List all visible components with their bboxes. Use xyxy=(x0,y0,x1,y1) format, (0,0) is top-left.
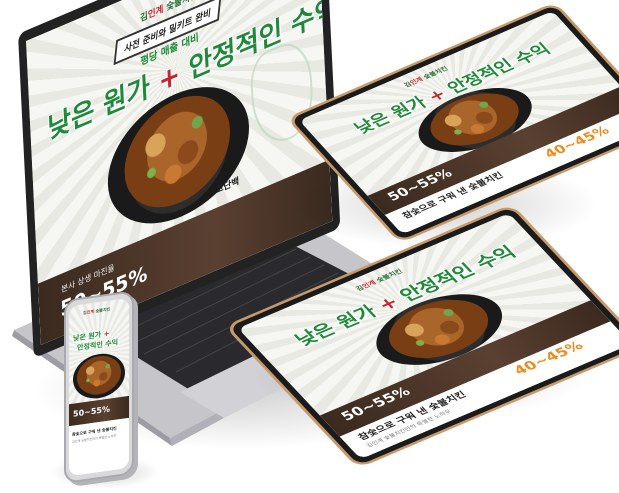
phone-card xyxy=(69,417,129,477)
phone-logo-tail: 숯불치킨 xyxy=(95,306,111,314)
phone-screen[interactable]: 김인계 숯불치킨 낮은 원가 + 안정적인 수익 50~55% 참숯으로 구워 … xyxy=(69,297,129,477)
phone-frame: 김인계 숯불치킨 낮은 원가 + 안정적인 수익 50~55% 참숯으로 구워 … xyxy=(64,290,134,484)
phone-headline-plus: + xyxy=(103,329,110,339)
phone-logo-mid: 인계 xyxy=(86,308,95,315)
